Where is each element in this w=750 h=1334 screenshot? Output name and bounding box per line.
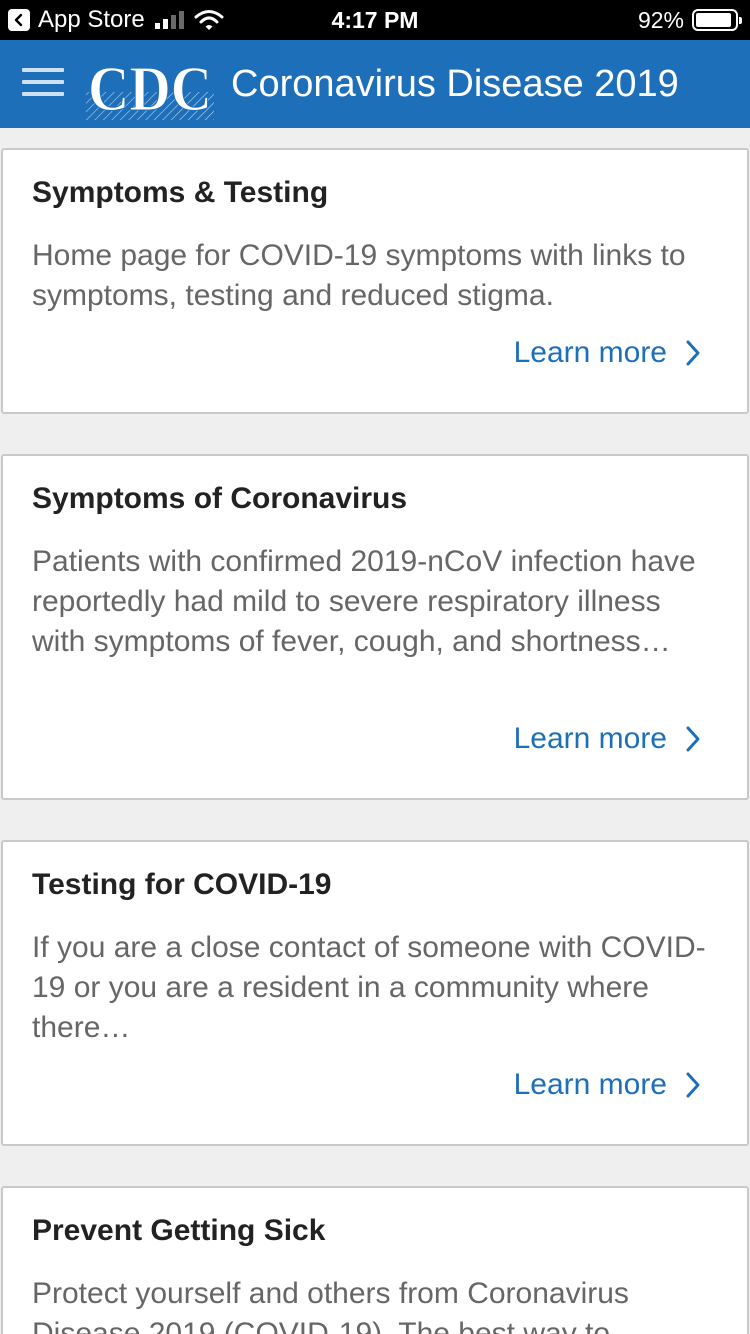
card-prevent-getting-sick[interactable]: Prevent Getting Sick Protect yourself an… — [1, 1186, 749, 1334]
page-title: Coronavirus Disease 2019 — [231, 63, 679, 105]
card-testing-covid[interactable]: Testing for COVID-19 If you are a close … — [1, 840, 749, 1146]
card-symptoms-coronavirus[interactable]: Symptoms of Coronavirus Patients with co… — [1, 454, 749, 800]
chevron-right-icon — [686, 340, 700, 366]
card-description: Patients with confirmed 2019-nCoV infect… — [32, 545, 696, 658]
cdc-logo: CDC — [86, 52, 216, 120]
card-description: If you are a close contact of someone wi… — [32, 931, 706, 1044]
status-bar: App Store 4:17 PM 92% — [0, 0, 750, 40]
learn-more-label: Learn more — [513, 336, 667, 369]
learn-more-label: Learn more — [513, 1068, 667, 1101]
card-title: Testing for COVID-19 — [32, 868, 332, 901]
svg-text:CDC: CDC — [88, 53, 212, 120]
hamburger-menu-icon[interactable] — [22, 68, 64, 100]
card-description: Protect yourself and others from Coronav… — [32, 1277, 629, 1334]
card-symptoms-testing[interactable]: Symptoms & Testing Home page for COVID-1… — [1, 148, 749, 414]
chevron-right-icon — [686, 726, 700, 752]
card-title: Symptoms & Testing — [32, 176, 329, 209]
learn-more-link[interactable]: Learn more — [514, 336, 701, 370]
app-header: CDC Coronavirus Disease 2019 — [0, 40, 750, 128]
card-title: Prevent Getting Sick — [32, 1214, 326, 1247]
battery-percentage: 92% — [637, 6, 684, 33]
card-description: Home page for COVID-19 symptoms with lin… — [32, 239, 686, 312]
learn-more-link[interactable]: Learn more — [514, 1068, 701, 1102]
card-title: Symptoms of Coronavirus — [32, 482, 408, 515]
cdc-logo-graphic: CDC — [86, 53, 214, 120]
learn-more-link[interactable]: Learn more — [514, 722, 701, 756]
battery-icon — [692, 9, 742, 31]
chevron-right-icon — [686, 1072, 700, 1098]
learn-more-label: Learn more — [513, 722, 667, 755]
